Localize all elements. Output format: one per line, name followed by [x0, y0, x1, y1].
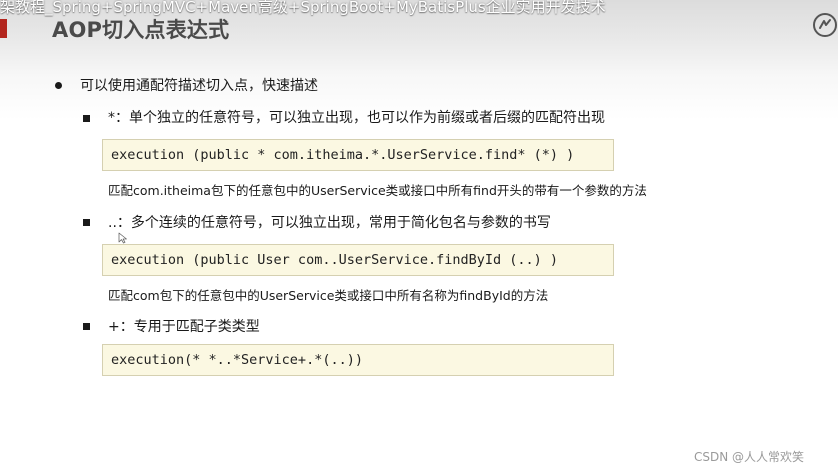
wildcard-dotdot-description: ..：多个连续的任意符号，可以独立出现，常用于简化包名与参数的书写 — [108, 215, 551, 231]
code-example-plus: execution(* *..*Service+.*(..)) — [102, 344, 614, 376]
code-example-star: execution (public * com.itheima.*.UserSe… — [102, 139, 614, 171]
csdn-watermark: CSDN @人人常欢笑 — [694, 450, 805, 464]
slide-accent-bar — [0, 19, 7, 38]
wildcard-star-description: *：单个独立的任意符号，可以独立出现，也可以作为前缀或者后缀的匹配符出现 — [108, 110, 605, 126]
intro-text: 可以使用通配符描述切入点，快速描述 — [80, 78, 318, 94]
note-dotdot-example: 匹配com包下的任意包中的UserService类或接口中所有名称为findBy… — [108, 288, 549, 303]
wildcard-plus-description: +：专用于匹配子类类型 — [108, 319, 260, 335]
slide-title: AOP切入点表达式 — [52, 18, 230, 42]
video-title: 架教程_Spring+SpringMVC+Maven高级+SpringBoot+… — [0, 0, 606, 16]
bullet-square — [83, 219, 90, 226]
code-example-dotdot: execution (public User com..UserService.… — [102, 244, 614, 276]
bullet-disc — [55, 82, 62, 89]
note-star-example: 匹配com.itheima包下的任意包中的UserService类或接口中所有f… — [108, 183, 647, 198]
circular-logo-icon — [813, 13, 837, 37]
mouse-cursor-icon — [118, 232, 127, 244]
bullet-square — [83, 323, 90, 330]
bullet-square — [83, 115, 90, 122]
